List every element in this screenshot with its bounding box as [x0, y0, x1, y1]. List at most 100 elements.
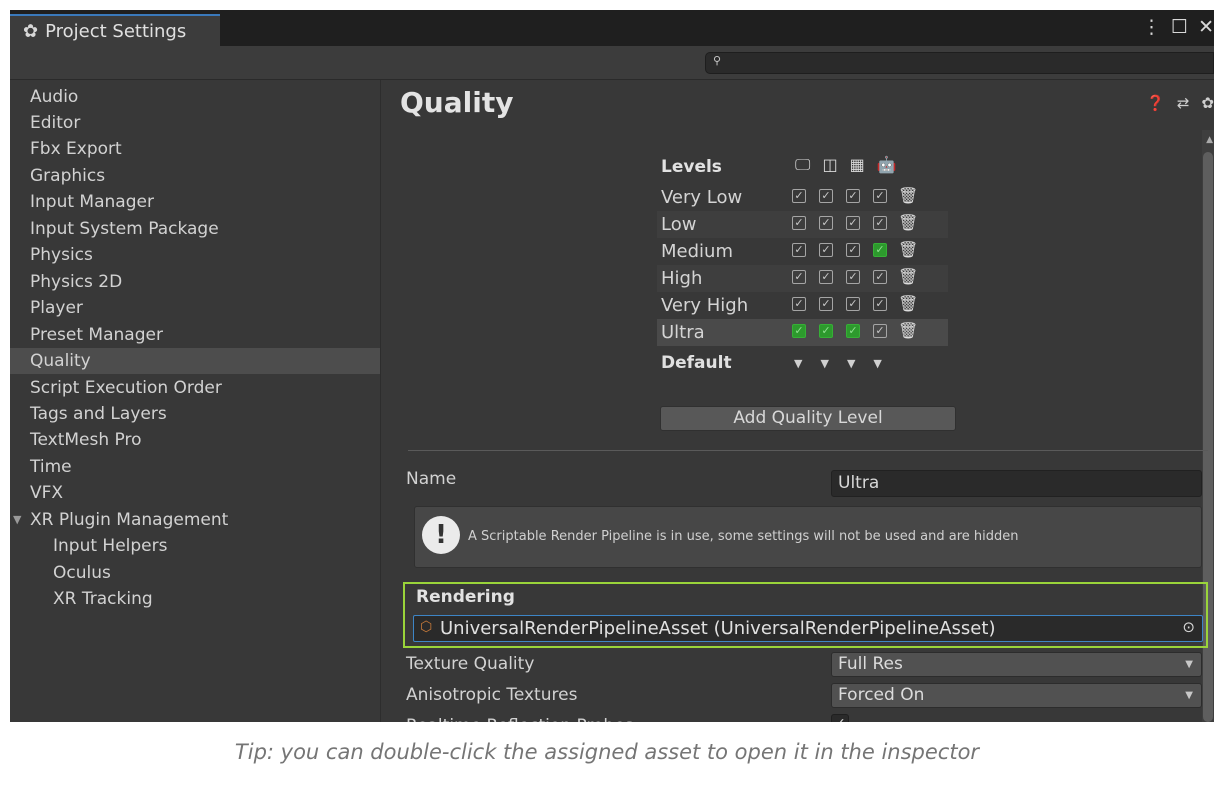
sidebar-item-textmesh-pro[interactable]: TextMesh Pro	[10, 427, 380, 453]
level-checkbox[interactable]: ✓	[846, 216, 860, 230]
sidebar-item-tags-and-layers[interactable]: Tags and Layers	[10, 401, 380, 427]
tab-bar: ✿ Project Settings ⋮ ☐ ✕	[10, 10, 1214, 46]
name-field[interactable]: Ultra	[831, 470, 1202, 497]
standalone-icon: 🖵	[795, 155, 811, 174]
level-name: Low	[661, 214, 697, 235]
sidebar-item-fbx-export[interactable]: Fbx Export	[10, 136, 380, 162]
tab-project-settings[interactable]: ✿ Project Settings	[10, 14, 220, 46]
level-checkbox[interactable]: ✓	[873, 189, 887, 203]
level-checkbox[interactable]: ✓	[792, 216, 806, 230]
default-dropdown-icon[interactable]: ▼	[820, 350, 828, 377]
search-input[interactable]: ⚲	[705, 52, 1214, 74]
level-name: Ultra	[661, 322, 705, 343]
preset-icon[interactable]: ⇄	[1177, 94, 1190, 112]
level-name: Very Low	[661, 187, 743, 208]
level-checkbox[interactable]: ✓	[846, 189, 860, 203]
quality-level-row[interactable]: Very High ✓ ✓ ✓ ✓ 🗑	[657, 292, 948, 319]
level-checkbox[interactable]: ✓	[846, 243, 860, 257]
level-checkbox[interactable]: ✓	[792, 270, 806, 284]
settings-icon[interactable]: ✿	[1201, 94, 1214, 112]
kebab-menu-icon[interactable]: ⋮	[1142, 16, 1161, 38]
level-checkbox-default[interactable]: ✓	[846, 324, 860, 338]
warning-icon: !	[422, 516, 460, 554]
level-name: Very High	[661, 295, 749, 316]
trash-icon[interactable]: 🗑	[898, 321, 918, 340]
default-dropdown-icon[interactable]: ▼	[873, 350, 881, 377]
sidebar-item-graphics[interactable]: Graphics	[10, 163, 380, 189]
level-checkbox[interactable]: ✓	[873, 297, 887, 311]
default-dropdown-icon[interactable]: ▼	[794, 350, 802, 377]
sidebar-item-oculus[interactable]: Oculus	[10, 560, 380, 586]
level-checkbox[interactable]: ✓	[873, 270, 887, 284]
sidebar-item-editor[interactable]: Editor	[10, 110, 380, 136]
level-name: High	[661, 268, 703, 289]
level-checkbox-default[interactable]: ✓	[873, 243, 887, 257]
sidebar-item-xr-plugin-management[interactable]: ▼ XR Plugin Management	[10, 507, 380, 533]
trash-icon[interactable]: 🗑	[898, 186, 918, 205]
trash-icon[interactable]: 🗑	[898, 267, 918, 286]
maximize-icon[interactable]: ☐	[1171, 16, 1188, 38]
sidebar-item-vfx[interactable]: VFX	[10, 480, 380, 506]
scroll-up-arrow-icon[interactable]: ▲	[1206, 135, 1213, 145]
level-checkbox[interactable]: ✓	[846, 270, 860, 284]
foldout-arrow-icon[interactable]: ▼	[13, 507, 21, 533]
quality-level-row-selected[interactable]: Ultra ✓ ✓ ✓ ✓ 🗑	[657, 319, 948, 346]
realtime-reflection-probes-toggle[interactable]: ✓	[831, 714, 849, 722]
chevron-down-icon: ▼	[1185, 659, 1193, 670]
level-checkbox[interactable]: ✓	[873, 324, 887, 338]
default-label: Default	[661, 353, 732, 373]
close-icon[interactable]: ✕	[1198, 16, 1214, 38]
add-quality-level-button[interactable]: Add Quality Level	[660, 406, 956, 431]
default-dropdown-icon[interactable]: ▼	[847, 350, 855, 377]
sidebar-item-physics-2d[interactable]: Physics 2D	[10, 269, 380, 295]
level-checkbox-default[interactable]: ✓	[792, 324, 806, 338]
anisotropic-textures-dropdown[interactable]: Forced On ▼	[831, 683, 1202, 708]
sidebar-item-input-helpers[interactable]: Input Helpers	[10, 533, 380, 559]
render-pipeline-asset-field[interactable]: ⬡ UniversalRenderPipelineAsset (Universa…	[413, 615, 1203, 642]
sidebar-item-input-system-package[interactable]: Input System Package	[10, 216, 380, 242]
level-checkbox[interactable]: ✓	[792, 189, 806, 203]
help-text: A Scriptable Render Pipeline is in use, …	[468, 529, 1019, 544]
anisotropic-textures-label: Anisotropic Textures	[406, 685, 578, 705]
sidebar-item-script-execution-order[interactable]: Script Execution Order	[10, 375, 380, 401]
quality-level-row[interactable]: High ✓ ✓ ✓ ✓ 🗑	[657, 265, 948, 292]
name-label: Name	[406, 469, 457, 489]
trash-icon[interactable]: 🗑	[898, 294, 918, 313]
sidebar-item-quality[interactable]: Quality	[10, 348, 380, 374]
quality-level-row[interactable]: Medium ✓ ✓ ✓ ✓ 🗑	[657, 238, 948, 265]
level-checkbox[interactable]: ✓	[792, 243, 806, 257]
level-checkbox[interactable]: ✓	[873, 216, 887, 230]
texture-quality-label: Texture Quality	[406, 654, 535, 674]
page-title: Quality	[400, 86, 514, 119]
quality-level-row[interactable]: Very Low ✓ ✓ ✓ ✓ 🗑	[657, 184, 948, 211]
level-checkbox[interactable]: ✓	[819, 189, 833, 203]
object-picker-icon[interactable]: ⊙	[1182, 618, 1195, 636]
rendering-label: Rendering	[416, 587, 515, 607]
sidebar-item-preset-manager[interactable]: Preset Manager	[10, 322, 380, 348]
level-checkbox[interactable]: ✓	[819, 297, 833, 311]
level-checkbox-default[interactable]: ✓	[819, 324, 833, 338]
sidebar-item-xr-tracking[interactable]: XR Tracking	[10, 586, 380, 612]
trash-icon[interactable]: 🗑	[898, 240, 918, 259]
level-checkbox[interactable]: ✓	[792, 297, 806, 311]
dropdown-value: Full Res	[838, 654, 903, 674]
default-row: Default ▼ ▼ ▼ ▼	[657, 350, 948, 377]
level-checkbox[interactable]: ✓	[819, 216, 833, 230]
quality-level-row[interactable]: Low ✓ ✓ ✓ ✓ 🗑	[657, 211, 948, 238]
help-icon[interactable]: ❓	[1146, 94, 1165, 112]
sidebar-item-physics[interactable]: Physics	[10, 242, 380, 268]
texture-quality-dropdown[interactable]: Full Res ▼	[831, 652, 1202, 677]
asset-value: UniversalRenderPipelineAsset (UniversalR…	[440, 618, 996, 639]
caption: Tip: you can double-click the assigned a…	[234, 740, 980, 764]
chevron-down-icon: ▼	[1185, 690, 1193, 701]
sidebar-item-player[interactable]: Player	[10, 295, 380, 321]
sidebar-item-time[interactable]: Time	[10, 454, 380, 480]
trash-icon[interactable]: 🗑	[898, 213, 918, 232]
level-checkbox[interactable]: ✓	[846, 297, 860, 311]
level-checkbox[interactable]: ✓	[819, 270, 833, 284]
level-checkbox[interactable]: ✓	[819, 243, 833, 257]
header-icons: ❓ ⇄ ✿	[1146, 94, 1214, 112]
sidebar-item-input-manager[interactable]: Input Manager	[10, 189, 380, 215]
sidebar-item-audio[interactable]: Audio	[10, 84, 380, 110]
render-pipeline-asset-icon: ⬡	[420, 619, 433, 635]
